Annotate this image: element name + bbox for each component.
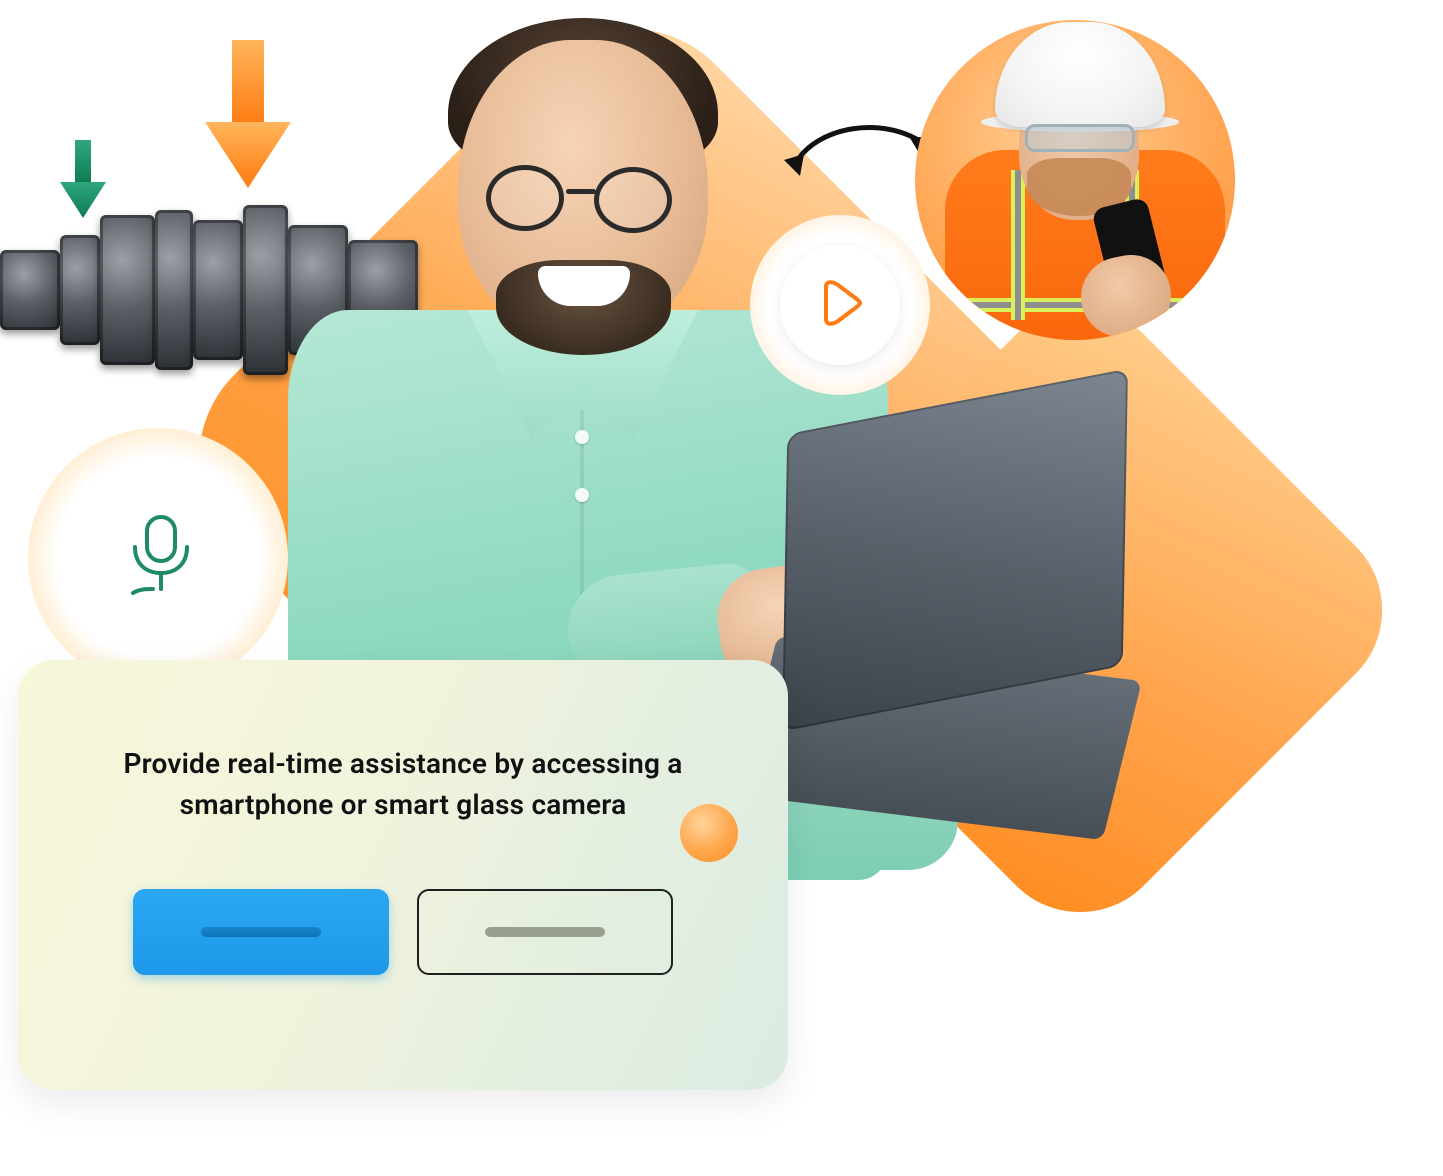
accent-dot <box>680 804 738 862</box>
shirt-button <box>575 430 589 444</box>
button-label-placeholder <box>201 927 321 937</box>
glasses-lens <box>594 167 672 233</box>
button-label-placeholder <box>485 927 605 937</box>
microphone-bubble <box>28 428 288 688</box>
gear-segment <box>100 215 155 365</box>
play-bubble-inner <box>780 245 900 365</box>
laptop-image <box>755 400 1145 860</box>
primary-button[interactable] <box>133 889 389 975</box>
card-actions <box>88 889 718 975</box>
gear-segment <box>0 250 60 330</box>
play-bubble <box>750 215 930 395</box>
gear-segment <box>193 220 243 360</box>
field-worker-avatar <box>915 20 1235 340</box>
gear-segment <box>155 210 193 370</box>
gear-segment <box>60 235 100 345</box>
glasses-bridge <box>566 189 596 194</box>
bidirectional-arrow-icon <box>776 110 936 210</box>
arrow-down-green-icon <box>60 140 106 224</box>
microphone-icon <box>119 513 197 603</box>
secondary-button[interactable] <box>417 889 673 975</box>
hi-vis-stripe <box>1011 170 1025 320</box>
hard-hat <box>995 22 1165 127</box>
shirt-button <box>575 488 589 502</box>
card-text: Provide real-time assistance by accessin… <box>98 744 708 825</box>
microphone-bubble-inner <box>70 470 246 646</box>
message-card: Provide real-time assistance by accessin… <box>18 660 788 1090</box>
hero-composition: Provide real-time assistance by accessin… <box>0 0 1443 1176</box>
play-icon <box>818 279 862 331</box>
safety-glasses <box>1025 124 1135 152</box>
glasses-lens <box>486 165 564 231</box>
person-glasses <box>486 165 686 235</box>
